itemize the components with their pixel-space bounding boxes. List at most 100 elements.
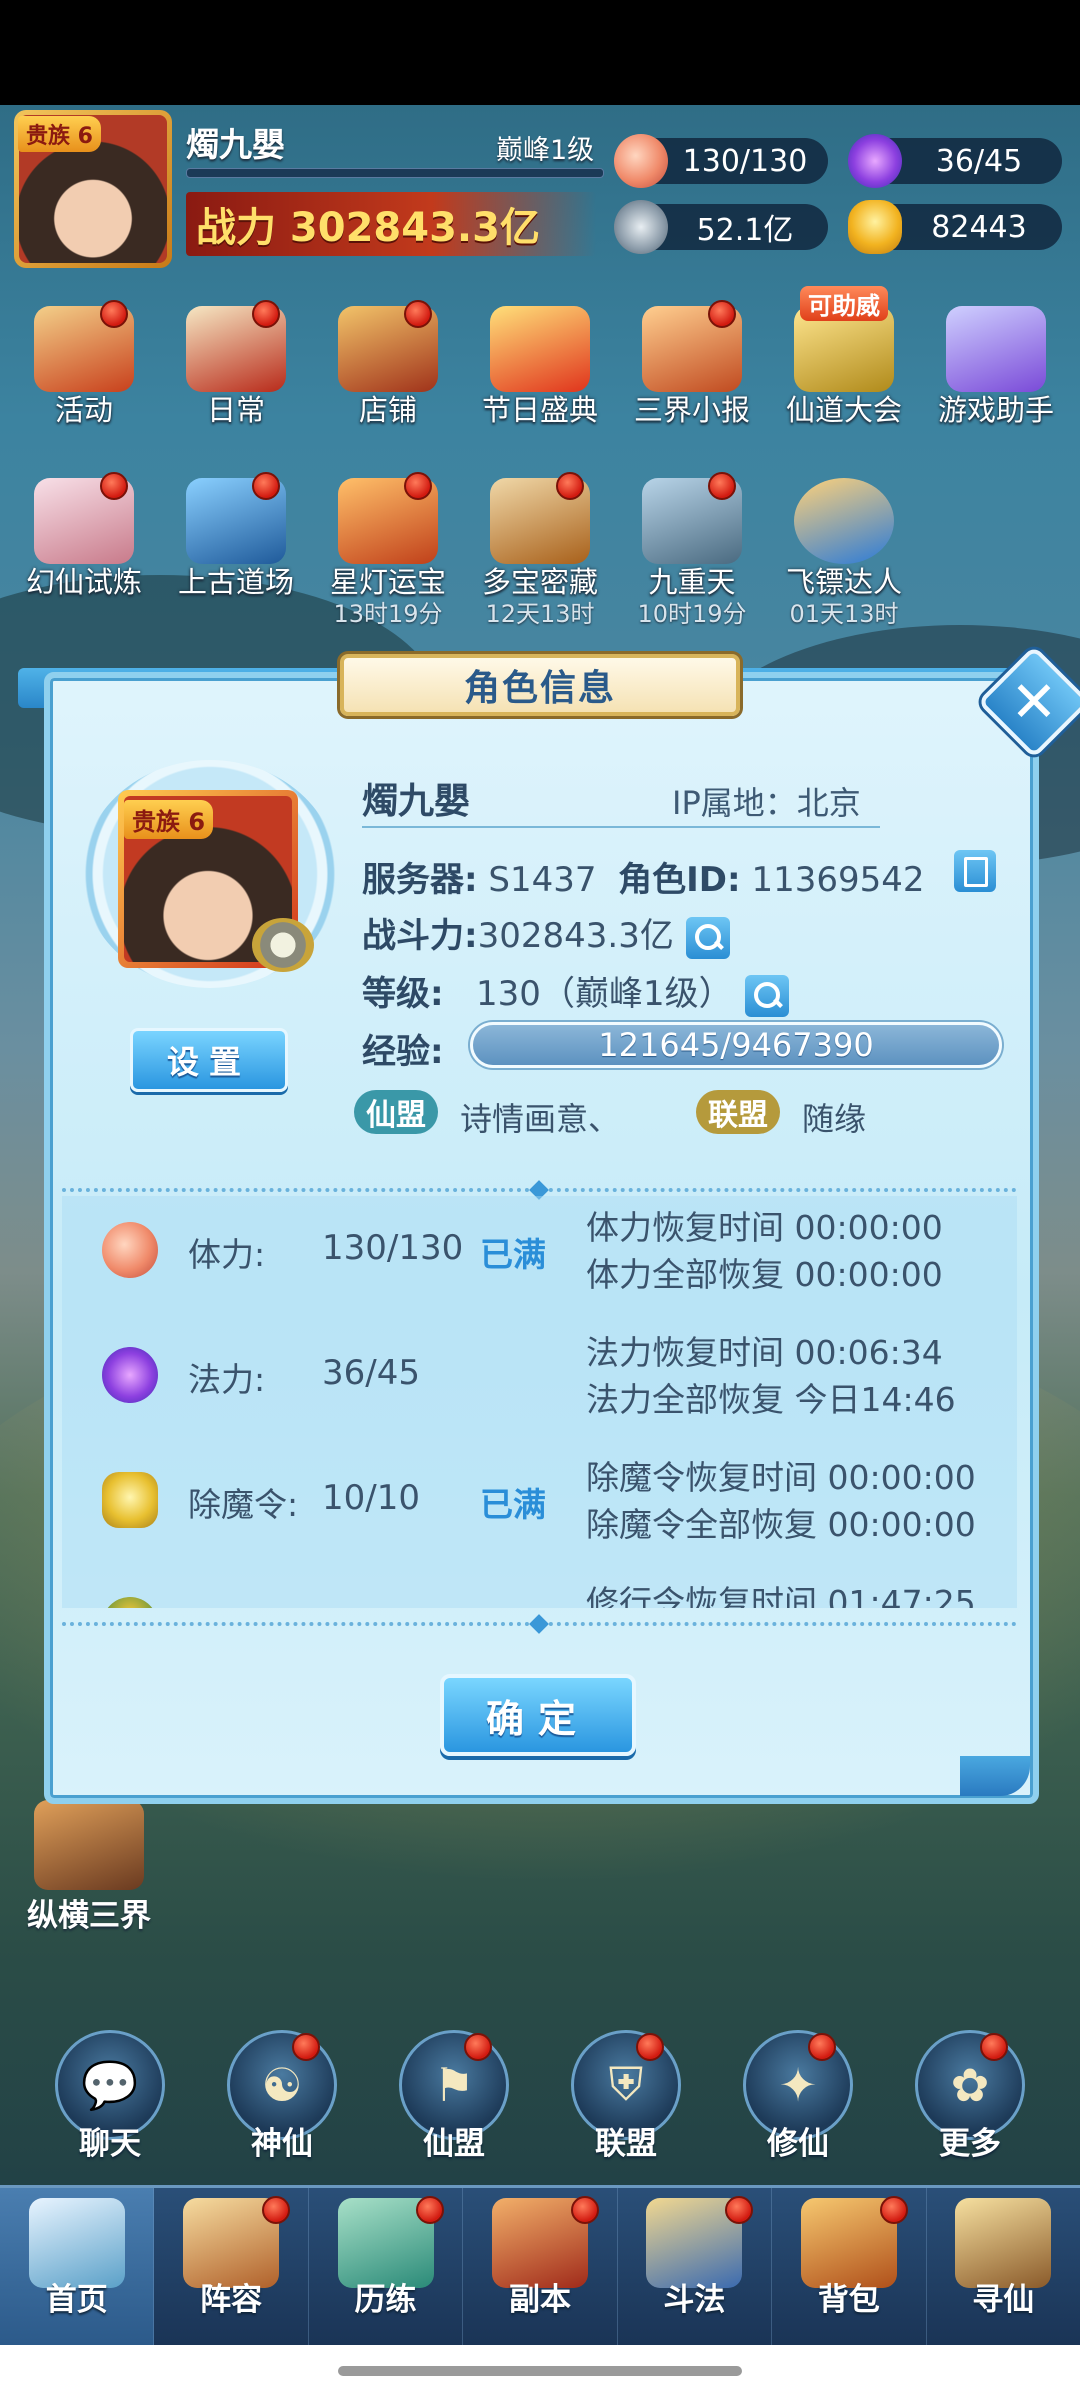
role-id-label: 角色ID:	[618, 860, 741, 900]
menu-label: 幻仙试炼	[25, 565, 142, 599]
round-button-cultivate[interactable]: ✦ 修仙	[728, 2030, 868, 2163]
festival-gift-icon	[490, 306, 590, 392]
exp-strip	[186, 168, 604, 178]
notification-dot	[980, 2033, 1008, 2061]
notification-dot	[808, 2033, 836, 2061]
demon-token-icon	[102, 1472, 158, 1528]
copy-id-icon[interactable]	[954, 850, 996, 892]
recovery-next: 除魔令恢复时间 00:00:00	[586, 1458, 976, 1497]
notification-dot	[879, 2196, 908, 2224]
resource-stamina[interactable]: 130/130	[614, 134, 828, 188]
peak-level: 巅峰1级	[496, 135, 595, 166]
alliance-name[interactable]: 随缘	[802, 1094, 866, 1140]
tower-icon	[642, 472, 742, 564]
round-button-label: 聊天	[79, 2126, 141, 2162]
notification-dot	[404, 300, 432, 328]
menu-game-assistant[interactable]: 游戏助手	[926, 306, 1066, 428]
resource-mana[interactable]: 36/45	[848, 134, 1062, 188]
guild-name[interactable]: 诗情画意、	[460, 1094, 620, 1140]
stat-row-stamina: 体力: 130/130 已满 体力恢复时间 00:00:00 体力全部恢复 00:…	[62, 1196, 1017, 1306]
peach-icon	[102, 1222, 158, 1278]
round-button-immortal[interactable]: ☯ 神仙	[212, 2030, 352, 2163]
level-label: 等级:	[362, 974, 444, 1014]
menu-nine-heavens[interactable]: 九重天 10时19分	[622, 472, 762, 628]
countdown-label: 10时19分	[637, 600, 747, 628]
recovery-stats-list[interactable]: 体力: 130/130 已满 体力恢复时间 00:00:00 体力全部恢复 00:…	[62, 1196, 1017, 1608]
menu-label: 纵横三界	[27, 1898, 151, 1934]
stat-name: 法力:	[188, 1360, 266, 1399]
level-value: 130（巅峰1级）	[476, 974, 733, 1014]
purple-flame-icon	[848, 134, 902, 188]
round-button-guild[interactable]: ⚑ 仙盟	[384, 2030, 524, 2163]
notification-dot	[252, 300, 280, 328]
round-button-label: 神仙	[251, 2126, 313, 2162]
home-indicator[interactable]	[338, 2366, 742, 2376]
level-row: 等级: 130（巅峰1级）	[362, 966, 789, 1017]
stat-recovery: 法力恢复时间 00:06:34 法力全部恢复 今日14:46	[586, 1329, 956, 1423]
combat-label: 战斗力:	[362, 916, 478, 956]
round-button-label: 联盟	[595, 2126, 657, 2162]
search-icon[interactable]	[744, 974, 789, 1017]
menu-festival[interactable]: 节日盛典	[470, 306, 610, 428]
menu-label: 飞镖达人	[785, 565, 902, 599]
nav-lineup[interactable]: 阵容	[154, 2188, 309, 2345]
countdown-label: 12天13时	[485, 600, 595, 628]
menu-news[interactable]: 三界小报	[622, 300, 762, 428]
menu-shop[interactable]: 店铺	[318, 300, 458, 428]
menu-label: 上古道场	[177, 565, 294, 599]
menu-treasure-hoard[interactable]: 多宝密藏 12天13时	[470, 472, 610, 628]
nav-home[interactable]: 首页	[0, 2188, 155, 2345]
nav-label: 副本	[508, 2282, 571, 2318]
stat-name: 除魔令:	[188, 1485, 299, 1524]
notification-dot	[292, 2033, 320, 2061]
nav-label: 寻仙	[972, 2282, 1035, 2318]
recovery-next: 法力恢复时间 00:06:34	[586, 1333, 943, 1372]
resource-silver[interactable]: 52.1亿	[614, 200, 828, 254]
nav-seek-immortal[interactable]: 寻仙	[927, 2188, 1080, 2345]
exp-row: 经验:	[362, 1024, 444, 1073]
notification-dot	[404, 472, 432, 500]
round-button-chat[interactable]: 💬 聊天	[40, 2030, 180, 2163]
nav-dungeon[interactable]: 副本	[463, 2188, 618, 2345]
nav-duel[interactable]: 斗法	[618, 2188, 773, 2345]
nav-training[interactable]: 历练	[309, 2188, 464, 2345]
menu-label: 节日盛典	[481, 393, 598, 427]
menu-label: 店铺	[358, 393, 417, 427]
nav-label: 首页	[45, 2282, 108, 2318]
menu-immortal-conference[interactable]: 可助威 仙道大会	[774, 286, 914, 428]
player-avatar[interactable]: 贵族 6	[14, 110, 172, 268]
notification-dot	[464, 2033, 492, 2061]
menu-star-lamp[interactable]: 星灯运宝 13时19分	[318, 472, 458, 628]
settings-button[interactable]: 设置	[130, 1028, 288, 1092]
ip-location: IP属地：北京	[672, 784, 861, 822]
round-button-more[interactable]: ✿ 更多	[900, 2030, 1040, 2163]
notification-dot	[416, 2196, 445, 2224]
menu-illusion-trial[interactable]: 幻仙试炼	[14, 472, 154, 600]
resource-gold[interactable]: 82443	[848, 200, 1062, 254]
noble-badge: 贵族 6	[124, 800, 214, 839]
menu-label: 三界小报	[633, 393, 750, 427]
menu-activity[interactable]: 活动	[14, 300, 154, 428]
activity-icon	[34, 300, 134, 392]
menu-daily[interactable]: 日常	[166, 300, 306, 428]
nav-bag[interactable]: 背包	[772, 2188, 927, 2345]
guild-tag: 仙盟	[354, 1090, 438, 1134]
round-button-alliance[interactable]: ⛨ 联盟	[556, 2030, 696, 2163]
stat-value: 130/130	[322, 1228, 464, 1268]
notification-dot	[100, 300, 128, 328]
silver-coin-icon	[614, 200, 668, 254]
menu-label: 多宝密藏	[481, 565, 598, 599]
noble-badge: 贵族 6	[18, 116, 101, 152]
stat-name: 体力:	[188, 1235, 266, 1274]
menu-dart-master[interactable]: 飞镖达人 01天13时	[774, 478, 914, 628]
menu-conquest[interactable]: 纵横三界	[14, 1800, 164, 1935]
notification-dot	[725, 2196, 754, 2224]
fox-spirit-icon	[34, 472, 134, 564]
stat-full-badge: 已满	[480, 1235, 546, 1274]
search-icon[interactable]	[685, 916, 730, 959]
menu-ancient-dojo[interactable]: 上古道场	[166, 472, 306, 600]
confirm-button[interactable]: 确定	[440, 1674, 636, 1756]
recovery-next: 修行令恢复时间 01:47:25	[586, 1583, 976, 1608]
rank-medal-icon	[252, 918, 314, 972]
stat-row-demon-token: 除魔令: 10/10 已满 除魔令恢复时间 00:00:00 除魔令全部恢复 00…	[62, 1446, 1017, 1556]
